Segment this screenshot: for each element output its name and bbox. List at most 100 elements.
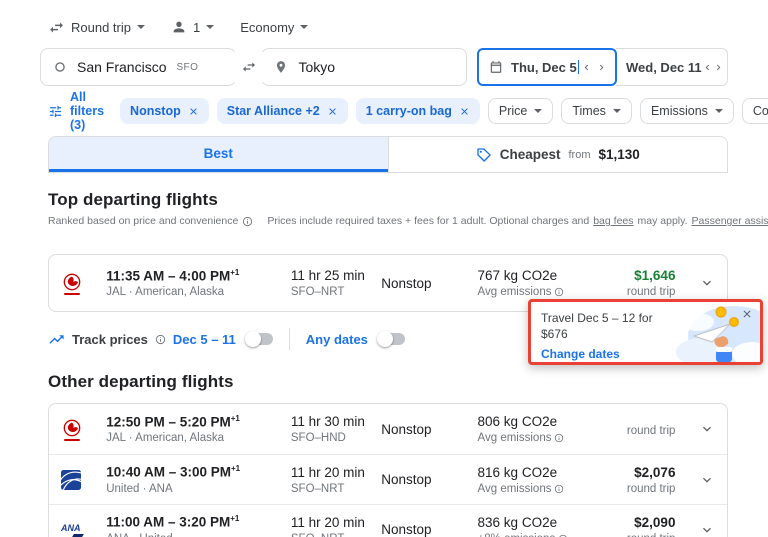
info-icon[interactable] [242,216,253,227]
flight-carriers: JAL · American, Alaska [106,432,291,444]
flight-price: $2,090 [627,515,676,530]
passenger-assistance-link[interactable]: Passenger assistance [692,215,768,227]
filter-chip-carry-on-bag[interactable]: 1 carry-on bag [356,98,480,124]
flight-duration: 11 hr 20 min [291,465,381,480]
any-dates-toggle[interactable] [379,333,405,345]
flight-emissions-note: Avg emissions [478,483,627,495]
tab-best[interactable]: Best [49,137,388,172]
location-pin-icon [274,60,288,74]
expand-flight-button[interactable] [689,472,715,488]
filter-dropdown-price[interactable]: Price [488,98,553,124]
filter-chip-star-alliance[interactable]: Star Alliance +2 [217,98,348,124]
tab-cheapest-label: Cheapest [500,147,561,162]
passengers-selector[interactable]: 1 [171,19,214,35]
chip-label: Nonstop [130,104,181,118]
departure-date-field[interactable]: Thu, Dec 5 [477,48,617,86]
close-icon[interactable] [327,106,338,117]
passenger-count: 1 [193,20,200,35]
filter-chip-nonstop[interactable]: Nonstop [120,98,209,124]
flight-emissions-note: Avg emissions [478,432,627,444]
flight-emissions-note: Avg emissions [478,286,627,298]
return-date-value: Wed, Dec 11 [626,60,702,75]
expand-flight-button[interactable] [689,275,715,291]
flight-emissions-note: +8% emissions [478,533,627,537]
flight-times: 11:00 AM – 3:20 PM+1 [106,514,291,530]
chevron-down-icon [613,109,621,113]
prev-return-date-button[interactable] [702,56,713,78]
return-date-field[interactable]: Wed, Dec 11 [616,48,728,86]
flight-price: $1,646 [627,268,676,283]
change-dates-link[interactable]: Change dates [541,347,681,361]
departure-date-value: Thu, Dec 5 [511,60,577,75]
origin-circle-icon [53,60,67,74]
date-fields: Thu, Dec 5 Wed, Dec 11 [477,48,728,86]
top-flights-title: Top departing flights [48,190,728,210]
from-label: from [568,149,590,161]
next-departure-date-button[interactable] [594,56,609,78]
bag-fees-link[interactable]: bag fees [593,215,633,227]
any-dates-label: Any dates [306,332,368,347]
flight-times: 10:40 AM – 3:00 PM+1 [106,464,291,480]
destination-city: Tokyo [298,59,335,75]
track-dates-toggle[interactable] [247,333,273,345]
expand-flight-button[interactable] [689,421,715,437]
tab-cheapest[interactable]: Cheapest from $1,130 [388,137,728,172]
close-icon[interactable] [188,106,199,117]
expand-flight-button[interactable] [689,522,715,537]
flight-duration: 11 hr 30 min [291,414,381,429]
chip-label: Price [499,104,527,118]
flight-stops: Nonstop [381,276,477,291]
flight-row-jal-1250[interactable]: 12:50 PM – 5:20 PM+1 JAL · American, Ala… [49,404,727,454]
flight-row-united-1040[interactable]: 10:40 AM – 3:00 PM+1 United · ANA 11 hr … [49,454,727,504]
flight-row-ana-1100[interactable]: ANA 11:00 AM – 3:20 PM+1 ANA · United 11… [49,504,727,537]
ranked-note: Ranked based on price and convenience [48,215,238,227]
chip-label: Connecting airports [753,104,768,118]
chevron-down-icon [534,109,542,113]
all-filters-button[interactable]: All filters (3) [48,90,104,132]
deal-text: Travel Dec 5 – 12 for $676 [541,310,681,342]
trip-type-selector[interactable]: Round trip [48,19,145,36]
round-trip-label: round trip [627,425,676,437]
info-icon[interactable] [558,534,568,537]
other-flights-title: Other departing flights [48,372,728,392]
prev-departure-date-button[interactable] [579,56,594,78]
filter-dropdown-times[interactable]: Times [561,98,632,124]
destination-input[interactable]: Tokyo [261,48,467,86]
google-flights-results-page: Round trip 1 Economy San Francisco SFO T… [0,0,768,537]
filter-dropdown-emissions[interactable]: Emissions [640,98,734,124]
trending-icon [48,331,65,348]
trip-controls-bar: Round trip 1 Economy [48,16,728,38]
chip-label: 1 carry-on bag [366,104,452,118]
info-icon[interactable] [155,334,166,345]
flight-duration: 11 hr 20 min [291,515,381,530]
flight-price: $2,076 [627,465,676,480]
flight-co2: 816 kg CO2e [478,465,627,480]
cabin-class-selector[interactable]: Economy [240,20,308,35]
swap-horiz-icon [48,19,65,36]
united-logo [61,470,81,490]
flight-stops: Nonstop [381,422,477,437]
chevron-down-icon [206,25,214,29]
close-icon[interactable] [741,308,753,320]
next-return-date-button[interactable] [713,56,724,78]
flight-times: 11:35 AM – 4:00 PM+1 [106,268,291,284]
cabin-class-label: Economy [240,20,294,35]
flight-co2: 806 kg CO2e [478,414,627,429]
flight-route: SFO–NRT [291,533,381,537]
chevron-down-icon [715,109,723,113]
info-icon[interactable] [554,484,564,494]
flight-route: SFO–NRT [291,483,381,495]
origin-input[interactable]: San Francisco SFO [40,48,236,86]
chip-label: Emissions [651,104,708,118]
top-flights-note-row: Ranked based on price and convenience Pr… [48,215,728,243]
pricing-disclaimer: Ranked based on price and convenience Pr… [48,215,768,227]
jal-logo [61,418,83,441]
flight-carriers: ANA · United [106,533,291,537]
deal-price: $676 [541,327,568,341]
swap-airports-button[interactable] [234,52,264,82]
info-icon[interactable] [554,287,564,297]
info-icon[interactable] [554,433,564,443]
track-prices-label: Track prices [72,332,148,347]
close-icon[interactable] [459,106,470,117]
filter-dropdown-connecting-airports[interactable]: Connecting airports [742,98,768,124]
